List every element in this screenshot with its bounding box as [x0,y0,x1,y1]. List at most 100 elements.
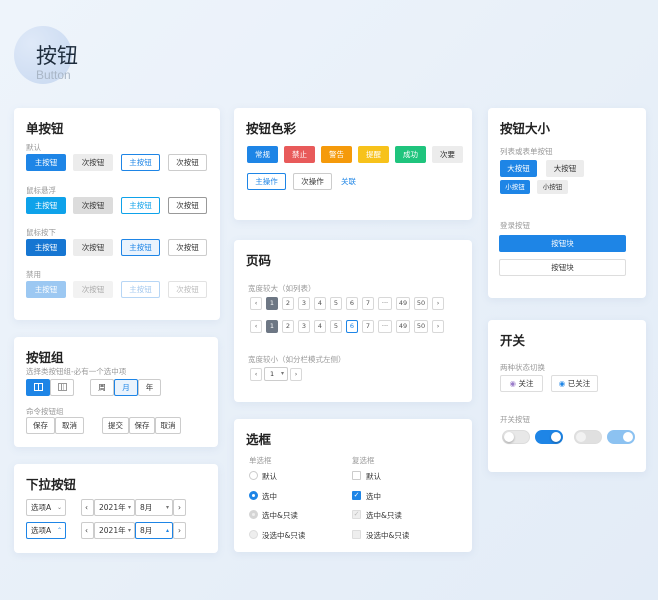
check-icon: ✓ [353,492,360,499]
next-page-button[interactable]: › [432,297,444,310]
checkbox-selected-readonly: ✓ [352,510,361,519]
page-number[interactable]: 50 [414,297,428,310]
page-number[interactable]: 2 [282,297,294,310]
page-ellipsis: ··· [378,320,392,333]
prev-page-button[interactable]: ‹ [250,297,262,310]
page-number[interactable]: 50 [414,320,428,333]
grid-view-button[interactable] [26,379,50,396]
list-form-label: 列表或表单按钮 [500,147,553,156]
page-number[interactable]: 7 [362,320,374,333]
cancel-button[interactable]: 取消 [55,417,84,434]
period-year-button[interactable]: 年 [138,379,161,396]
chevron-right-icon: › [436,322,440,330]
block-secondary-button[interactable]: 按钮块 [499,259,626,276]
secondary-button-pressed[interactable]: 次按钮 [73,239,113,256]
page-number[interactable]: 1 [266,297,278,310]
year-dropdown[interactable]: 2021年 ▾ [94,499,135,516]
next-page-button[interactable]: › [432,320,444,333]
outline-button[interactable]: 主按钮 [121,154,160,171]
secondary-operation-button[interactable]: 次操作 [293,173,332,190]
normal-button[interactable]: 常规 [247,146,278,163]
page-number[interactable]: 6 [346,320,358,333]
primary-button-hover[interactable]: 主按钮 [26,197,66,214]
minor-button[interactable]: 次要 [432,146,463,163]
page-number[interactable]: 2 [282,320,294,333]
success-button[interactable]: 成功 [395,146,426,163]
follow-button[interactable]: ◉ 关注 [500,375,543,392]
primary-operation-button[interactable]: 主操作 [247,173,286,190]
ghost-button-pressed[interactable]: 次按钮 [168,239,207,256]
radio-default[interactable] [249,471,258,480]
page-number[interactable]: 4 [314,297,326,310]
page-number[interactable]: 4 [314,320,326,333]
month-dropdown[interactable]: 8月 ▾ [135,499,173,516]
prev-button[interactable]: ‹ [81,499,94,516]
followed-button[interactable]: ◉ 已关注 [551,375,598,392]
block-primary-button[interactable]: 按钮块 [499,235,626,252]
next-page-button[interactable]: › [290,368,302,381]
list-view-button[interactable] [50,379,74,396]
caret-down-icon: ▾ [280,370,284,377]
next-button[interactable]: › [173,522,186,539]
prev-button[interactable]: ‹ [81,522,94,539]
primary-button[interactable]: 主按钮 [26,154,66,171]
page-number[interactable]: 5 [330,320,342,333]
dropdown-value: 选项A [31,526,52,535]
switch-off[interactable] [502,430,530,444]
chevron-right-icon: › [294,370,298,378]
link-button[interactable]: 关联 [336,173,361,190]
page-number[interactable]: 49 [396,320,410,333]
page-number[interactable]: 49 [396,297,410,310]
large-primary-button[interactable]: 大按钮 [500,160,537,177]
ghost-button[interactable]: 次按钮 [168,154,207,171]
page-number[interactable]: 5 [330,297,342,310]
page-select-value: 1 [270,370,275,378]
prev-page-button[interactable]: ‹ [250,368,262,381]
option-dropdown-open[interactable]: 选项A ⌃ [26,522,66,539]
period-week-button[interactable]: 周 [90,379,114,396]
small-primary-button[interactable]: 小按钮 [500,180,530,194]
page-number[interactable]: 3 [298,297,310,310]
large-secondary-button[interactable]: 大按钮 [546,160,584,177]
small-secondary-button[interactable]: 小按钮 [537,180,568,194]
outline-button-pressed[interactable]: 主按钮 [121,239,160,256]
year-dropdown[interactable]: 2021年 ▾ [94,522,135,539]
submit-button[interactable]: 提交 [102,417,129,434]
month-dropdown-open[interactable]: 8月 ▴ [135,522,173,539]
page-number[interactable]: 3 [298,320,310,333]
radio-selected[interactable] [249,491,258,500]
forbid-button[interactable]: 禁止 [284,146,315,163]
radio-unselected-readonly [249,530,258,539]
ghost-button-disabled: 次按钮 [168,281,207,298]
page-number[interactable]: 6 [346,297,358,310]
login-button-label: 登录按钮 [500,221,530,230]
outline-button-hover[interactable]: 主按钮 [121,197,160,214]
page-number[interactable]: 1 [266,320,278,333]
chevron-right-icon: › [178,503,181,512]
secondary-button-hover[interactable]: 次按钮 [73,197,113,214]
chevron-left-icon: ‹ [254,299,258,307]
card-title: 下拉按钮 [26,477,77,492]
warning-button[interactable]: 警告 [321,146,352,163]
option-dropdown[interactable]: 选项A ⌄ [26,499,66,516]
primary-button-pressed[interactable]: 主按钮 [26,239,66,256]
chevron-right-icon: › [178,526,181,535]
checkbox-selected[interactable]: ✓ [352,491,361,500]
page-select[interactable]: 1 ▾ [264,367,288,381]
page-number[interactable]: 7 [362,297,374,310]
ghost-button-hover[interactable]: 次按钮 [168,197,207,214]
radio-label: 单选框 [249,456,272,465]
select-group-label: 选择类按钮组-必有一个选中项 [26,367,127,376]
remind-button[interactable]: 提醒 [358,146,389,163]
cancel-button[interactable]: 取消 [155,417,181,434]
save-button[interactable]: 保存 [26,417,55,434]
switch-on[interactable] [535,430,563,444]
eye-icon: ◉ [509,379,517,388]
save-button[interactable]: 保存 [129,417,155,434]
row-label: 鼠标悬浮 [26,186,56,195]
next-button[interactable]: › [173,499,186,516]
prev-page-button[interactable]: ‹ [250,320,262,333]
period-month-button[interactable]: 月 [114,379,138,396]
secondary-button[interactable]: 次按钮 [73,154,113,171]
checkbox-default[interactable] [352,471,361,480]
